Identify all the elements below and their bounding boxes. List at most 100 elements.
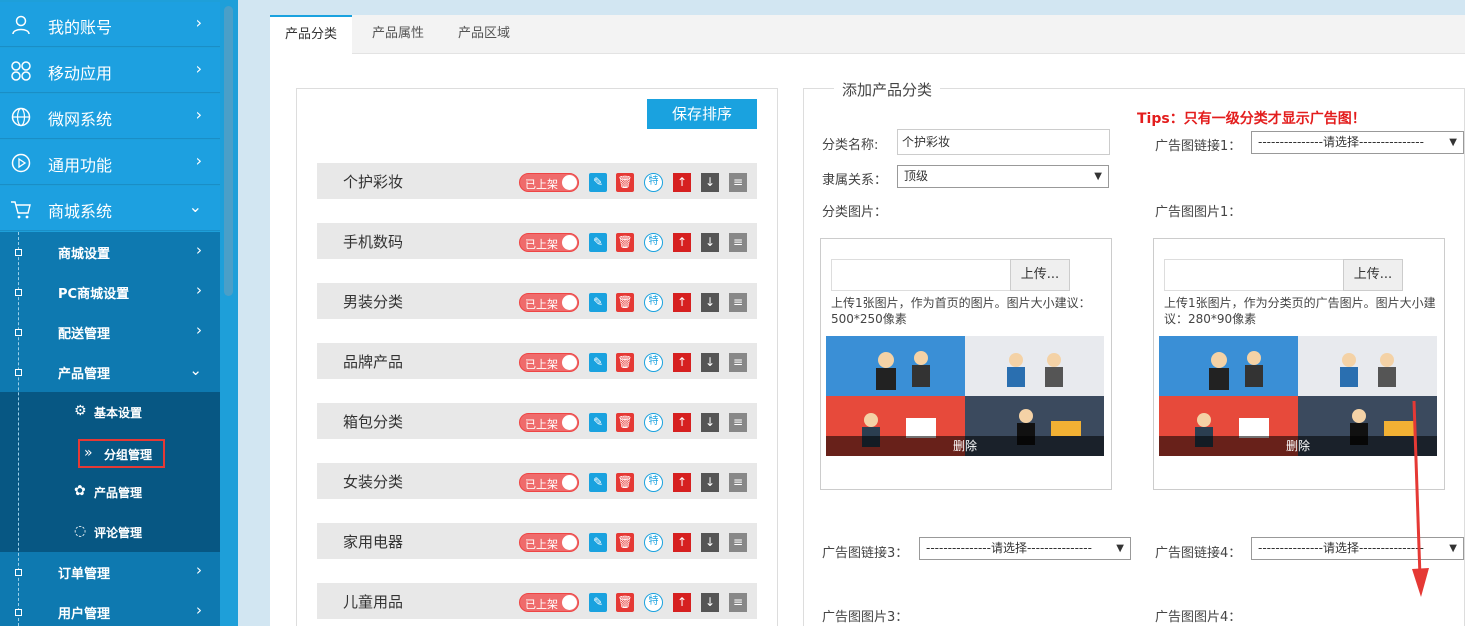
- play-icon: [11, 153, 31, 173]
- status-toggle[interactable]: 已上架: [519, 593, 579, 612]
- category-row: 女装分类 已上架 ✎ 🗑 特 ↑ ↓ ≡: [317, 463, 757, 499]
- arrow-up-icon[interactable]: ↑: [673, 173, 691, 192]
- sidebar-sub2-product-manage[interactable]: ✿ 产品管理: [70, 472, 210, 512]
- trash-icon[interactable]: 🗑: [616, 353, 634, 372]
- sidebar-sub2-group-manage[interactable]: » 分组管理: [78, 439, 165, 468]
- arrow-up-icon[interactable]: ↑: [673, 233, 691, 252]
- sidebar-sub-label: 产品管理: [58, 367, 111, 382]
- arrow-down-icon[interactable]: ↓: [701, 413, 719, 432]
- edit-icon[interactable]: ✎: [589, 413, 607, 432]
- upload-button[interactable]: 上传...: [1343, 259, 1403, 291]
- file-path-field[interactable]: [831, 259, 1011, 291]
- trash-icon[interactable]: 🗑: [616, 173, 634, 192]
- sidebar-sub-orders[interactable]: 订单管理 ›: [0, 552, 220, 592]
- arrow-up-icon[interactable]: ↑: [673, 293, 691, 312]
- arrow-up-icon[interactable]: ↑: [673, 593, 691, 612]
- save-order-button[interactable]: 保存排序: [647, 99, 757, 129]
- trash-icon[interactable]: 🗑: [616, 533, 634, 552]
- special-icon[interactable]: 特: [644, 233, 663, 252]
- status-toggle[interactable]: 已上架: [519, 233, 579, 252]
- move-top-icon[interactable]: ≡: [729, 233, 747, 252]
- arrow-up-icon[interactable]: ↑: [673, 533, 691, 552]
- sidebar-sub-pc-mall[interactable]: PC商城设置 ›: [0, 272, 220, 312]
- upload-button[interactable]: 上传...: [1010, 259, 1070, 291]
- trash-icon[interactable]: 🗑: [616, 233, 634, 252]
- ad-link3-select[interactable]: ---------------请选择--------------- ▼: [919, 537, 1131, 560]
- sidebar-sub2-comment-manage[interactable]: ◌ 评论管理: [70, 512, 210, 552]
- file-path-field[interactable]: [1164, 259, 1344, 291]
- tab-product-attribute[interactable]: 产品属性: [357, 15, 439, 54]
- edit-icon[interactable]: ✎: [589, 173, 607, 192]
- sidebar-item-common[interactable]: 通用功能 ›: [0, 140, 220, 185]
- edit-icon[interactable]: ✎: [589, 293, 607, 312]
- move-top-icon[interactable]: ≡: [729, 293, 747, 312]
- category-row: 品牌产品 已上架 ✎ 🗑 特 ↑ ↓ ≡: [317, 343, 757, 379]
- special-icon[interactable]: 特: [644, 293, 663, 312]
- sidebar-sub-products[interactable]: 产品管理 ⌄: [0, 352, 220, 392]
- status-toggle[interactable]: 已上架: [519, 293, 579, 312]
- caret-down-icon: ▼: [1116, 543, 1124, 554]
- sidebar-sub-mall-settings[interactable]: 商城设置 ›: [0, 232, 220, 272]
- apps-icon: [11, 61, 31, 81]
- sidebar-sub-users[interactable]: 用户管理 ›: [0, 592, 220, 626]
- move-top-icon[interactable]: ≡: [729, 413, 747, 432]
- status-toggle[interactable]: 已上架: [519, 533, 579, 552]
- tab-product-category[interactable]: 产品分类: [270, 15, 353, 55]
- special-icon[interactable]: 特: [644, 353, 663, 372]
- arrow-up-icon[interactable]: ↑: [673, 473, 691, 492]
- edit-icon[interactable]: ✎: [589, 593, 607, 612]
- arrow-up-icon[interactable]: ↑: [673, 353, 691, 372]
- ad-link1-select[interactable]: ---------------请选择--------------- ▼: [1251, 131, 1464, 154]
- sidebar-item-mall[interactable]: 商城系统 ⌄: [0, 186, 220, 231]
- delete-image-button[interactable]: 删除: [826, 436, 1104, 456]
- tab-product-region[interactable]: 产品区域: [443, 15, 525, 54]
- trash-icon[interactable]: 🗑: [616, 293, 634, 312]
- move-top-icon[interactable]: ≡: [729, 533, 747, 552]
- sidebar-sub2-label: 基本设置: [94, 406, 143, 420]
- edit-icon[interactable]: ✎: [589, 353, 607, 372]
- move-top-icon[interactable]: ≡: [729, 593, 747, 612]
- edit-icon[interactable]: ✎: [589, 233, 607, 252]
- special-icon[interactable]: 特: [644, 473, 663, 492]
- edit-icon[interactable]: ✎: [589, 473, 607, 492]
- sidebar-item-label: 移动应用: [48, 64, 113, 83]
- category-row: 家用电器 已上架 ✎ 🗑 特 ↑ ↓ ≡: [317, 523, 757, 559]
- move-top-icon[interactable]: ≡: [729, 473, 747, 492]
- sidebar-item-mobile-apps[interactable]: 移动应用 ›: [0, 48, 220, 93]
- move-top-icon[interactable]: ≡: [729, 173, 747, 192]
- arrow-down-icon[interactable]: ↓: [701, 473, 719, 492]
- toggle-knob: [562, 535, 577, 550]
- arrow-down-icon[interactable]: ↓: [701, 533, 719, 552]
- sidebar-scrollbar[interactable]: [224, 6, 233, 296]
- sidebar-sub-delivery[interactable]: 配送管理 ›: [0, 312, 220, 352]
- category-name: 女装分类: [343, 473, 404, 491]
- comment-icon: ◌: [74, 523, 87, 539]
- category-name-input[interactable]: 个护彩妆: [897, 129, 1110, 155]
- special-icon[interactable]: 特: [644, 413, 663, 432]
- ad-link3-label: 广告图链接3：: [822, 546, 909, 561]
- arrow-down-icon[interactable]: ↓: [701, 593, 719, 612]
- special-icon[interactable]: 特: [644, 533, 663, 552]
- move-top-icon[interactable]: ≡: [729, 353, 747, 372]
- sidebar-item-account[interactable]: 我的账号 ›: [0, 2, 220, 47]
- arrow-down-icon[interactable]: ↓: [701, 293, 719, 312]
- sidebar-item-label: 我的账号: [48, 18, 113, 37]
- arrow-down-icon[interactable]: ↓: [701, 173, 719, 192]
- status-toggle[interactable]: 已上架: [519, 353, 579, 372]
- sidebar-item-micro-site[interactable]: 微网系统 ›: [0, 94, 220, 139]
- relation-select[interactable]: 顶级 ▼: [897, 165, 1109, 188]
- trash-icon[interactable]: 🗑: [616, 473, 634, 492]
- special-icon[interactable]: 特: [644, 593, 663, 612]
- delete-image-button[interactable]: 删除: [1159, 436, 1437, 456]
- trash-icon[interactable]: 🗑: [616, 593, 634, 612]
- trash-icon[interactable]: 🗑: [616, 413, 634, 432]
- arrow-up-icon[interactable]: ↑: [673, 413, 691, 432]
- edit-icon[interactable]: ✎: [589, 533, 607, 552]
- status-toggle[interactable]: 已上架: [519, 473, 579, 492]
- arrow-down-icon[interactable]: ↓: [701, 353, 719, 372]
- status-toggle[interactable]: 已上架: [519, 173, 579, 192]
- arrow-down-icon[interactable]: ↓: [701, 233, 719, 252]
- special-icon[interactable]: 特: [644, 173, 663, 192]
- status-toggle[interactable]: 已上架: [519, 413, 579, 432]
- sidebar-sub2-basic-settings[interactable]: ⚙ 基本设置: [70, 392, 210, 432]
